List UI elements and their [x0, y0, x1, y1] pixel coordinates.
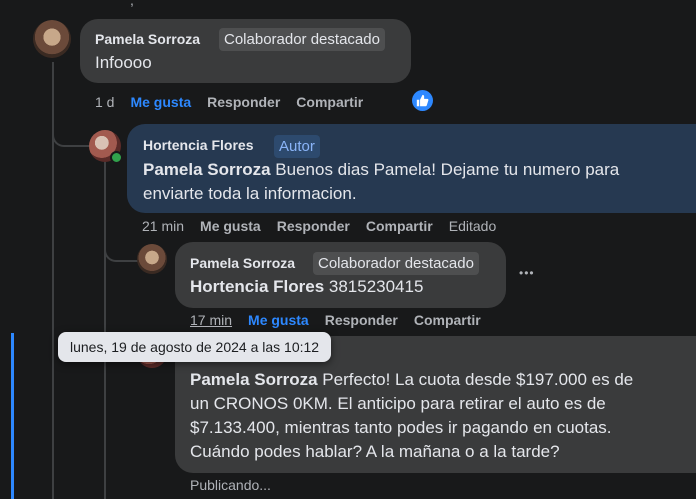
edited-label: Editado	[448, 218, 497, 234]
reply-button[interactable]: Responder	[277, 218, 350, 234]
share-button[interactable]: Compartir	[296, 94, 363, 110]
comment-author[interactable]: Hortencia Flores	[143, 137, 253, 153]
comment-text: Pamela Sorroza Buenos dias Pamela! Dejam…	[143, 160, 620, 203]
thread-connector-1	[52, 125, 90, 147]
active-indicator	[11, 333, 14, 499]
author-reply-bubble: Hortencia Flores Autor Pamela Sorroza Bu…	[127, 124, 696, 213]
like-button[interactable]: Me gusta	[130, 94, 191, 110]
comment-time[interactable]: 17 min	[190, 312, 232, 328]
comment-actions: 17 min Me gusta Responder Compartir	[190, 312, 497, 328]
online-status-dot	[110, 151, 123, 164]
contributor-badge: Colaborador destacado	[313, 252, 479, 275]
mention-link[interactable]: Hortencia Flores	[190, 277, 324, 296]
share-button[interactable]: Compartir	[366, 218, 433, 234]
author-badge: Autor	[274, 135, 320, 158]
comment-author[interactable]: Pamela Sorroza	[190, 255, 295, 271]
top-fragment: ,	[130, 0, 134, 8]
comment-time[interactable]: 21 min	[142, 218, 184, 234]
comment-text: Pamela Sorroza Perfecto! La cuota desde …	[190, 370, 634, 461]
mention-link[interactable]: Pamela Sorroza	[190, 370, 318, 389]
mention-link[interactable]: Pamela Sorroza	[143, 160, 271, 179]
like-reaction-icon[interactable]	[412, 90, 433, 111]
comment-author[interactable]: Pamela Sorroza	[95, 31, 200, 47]
comment-bubble: Pamela Sorroza Colaborador destacado Hor…	[175, 242, 506, 308]
thread-connector-2	[104, 242, 138, 262]
comment-bubble: Pamela Sorroza Colaborador destacado Inf…	[80, 19, 411, 83]
comment-text: Hortencia Flores 3815230415	[190, 277, 424, 296]
like-button[interactable]: Me gusta	[200, 218, 261, 234]
reply-button[interactable]: Responder	[325, 312, 398, 328]
avatar[interactable]	[137, 244, 167, 274]
comment-text: Infoooo	[95, 53, 152, 72]
more-options-icon[interactable]: •••	[519, 266, 535, 280]
comment-time[interactable]: 1 d	[95, 94, 114, 110]
publishing-status: Publicando...	[190, 477, 271, 493]
thread-line-reply	[104, 162, 106, 499]
comment-actions: 1 d Me gusta Responder Compartir	[95, 94, 379, 110]
timestamp-tooltip: lunes, 19 de agosto de 2024 a las 10:12	[58, 332, 332, 362]
avatar[interactable]	[33, 20, 71, 58]
share-button[interactable]: Compartir	[414, 312, 481, 328]
reply-button[interactable]: Responder	[207, 94, 280, 110]
like-button[interactable]: Me gusta	[248, 312, 309, 328]
contributor-badge: Colaborador destacado	[219, 28, 385, 51]
comment-actions: 21 min Me gusta Responder Compartir Editado	[142, 218, 512, 234]
